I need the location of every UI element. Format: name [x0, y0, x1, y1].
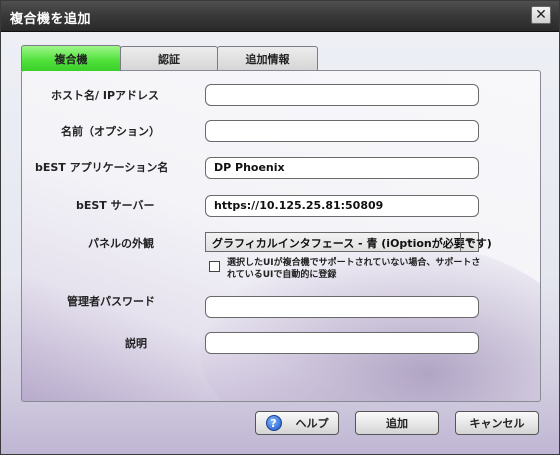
cancel-button[interactable]: キャンセル [455, 411, 539, 435]
window-title: 複合機を追加 [10, 12, 92, 27]
tab-mfp[interactable]: 複合機 [21, 45, 121, 71]
description-label: 説明 [125, 337, 147, 350]
app-name-label: bEST アプリケーション名 [35, 161, 169, 174]
admin-password-label: 管理者パスワード [67, 295, 155, 308]
cancel-button-label: キャンセル [469, 417, 525, 430]
auto-register-label: 選択したUIが複合機でサポートされていない場合、サポートされているUIで自動的に… [227, 258, 481, 280]
panel-appearance-select[interactable]: グラフィカルインタフェース - 青 (iOptionが必要です) ▼ [205, 232, 492, 252]
chevron-down-icon[interactable]: ▼ [460, 233, 478, 251]
host-label: ホスト名/ IPアドレス [51, 89, 160, 102]
panel-appearance-label: パネルの外観 [88, 237, 154, 250]
name-input[interactable] [205, 120, 479, 142]
tab-authentication[interactable]: 認証 [120, 46, 218, 70]
panel-appearance-value: グラフィカルインタフェース - 青 (iOptionが必要です) [212, 237, 492, 250]
host-input[interactable] [205, 84, 479, 106]
server-label: bEST サーバー [76, 199, 155, 212]
help-button[interactable]: ? ヘルプ [255, 411, 339, 435]
close-icon: ✕ [535, 7, 547, 23]
description-input[interactable] [205, 332, 479, 354]
name-label: 名前（オプション） [61, 125, 160, 138]
add-mfp-dialog: 複合機を追加 ✕ 複合機 認証 追加情報 ホスト名/ IPアドレス 名前（オプシ… [0, 0, 560, 455]
tab-authentication-label: 認証 [158, 52, 180, 66]
close-button[interactable]: ✕ [531, 6, 551, 24]
tab-mfp-label: 複合機 [54, 52, 88, 66]
title-bar: 複合機を追加 ✕ [1, 1, 559, 32]
app-name-input[interactable]: DP Phoenix [205, 157, 479, 179]
tab-additional-info-label: 追加情報 [245, 52, 290, 66]
admin-password-input[interactable] [205, 296, 479, 318]
add-button-label: 追加 [386, 417, 408, 430]
auto-register-checkbox[interactable] [209, 261, 220, 272]
add-button[interactable]: 追加 [355, 411, 439, 435]
help-icon: ? [265, 415, 282, 431]
tab-additional-info[interactable]: 追加情報 [217, 46, 318, 70]
help-button-label: ヘルプ [295, 417, 329, 430]
server-input[interactable]: https://10.125.25.81:50809 [205, 195, 479, 217]
